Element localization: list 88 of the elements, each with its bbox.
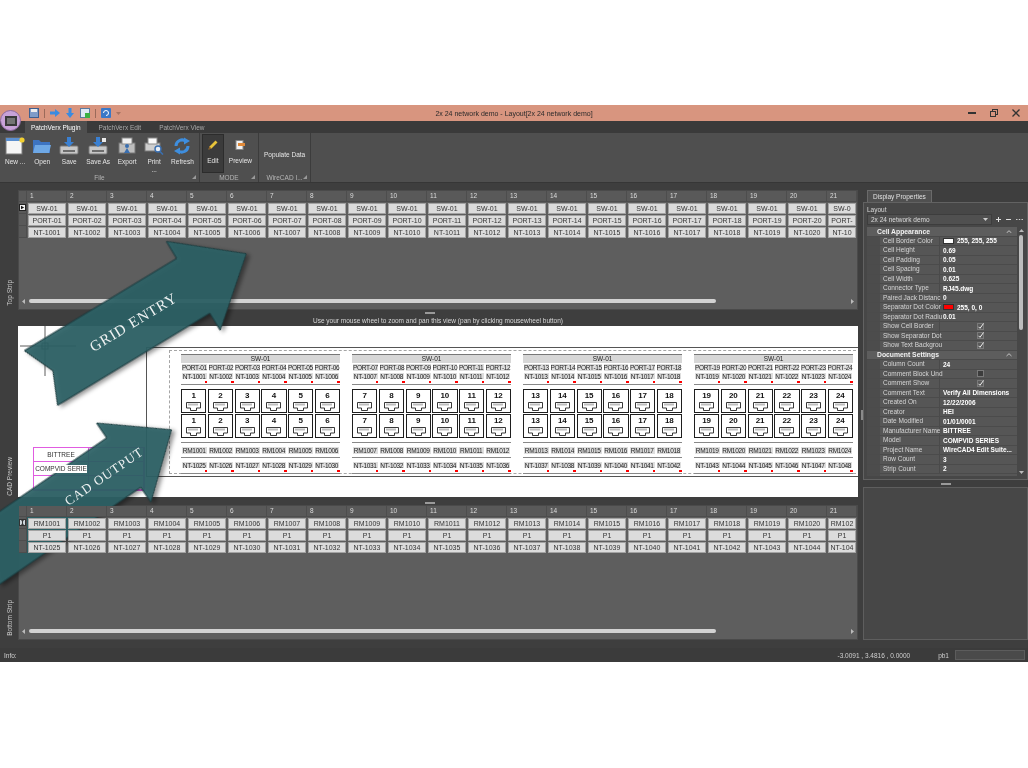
scroll-left-icon[interactable] [22, 628, 25, 634]
folder-icon [32, 137, 53, 155]
jack-number: 19 [702, 391, 712, 400]
restore-icon[interactable] [990, 109, 998, 117]
jack-number: 7 [362, 416, 367, 425]
jack-number: 9 [415, 391, 421, 400]
checkbox[interactable] [976, 332, 984, 340]
jack-number: 17 [638, 391, 648, 400]
document-icon [235, 140, 246, 150]
jack-number: 1 [191, 391, 196, 400]
jack-number: 16 [611, 391, 621, 400]
splitter-grip-icon[interactable] [940, 482, 951, 485]
current-row-icon [19, 204, 26, 211]
jack-number: 24 [835, 416, 845, 425]
jack-number: 17 [638, 416, 648, 425]
add-button[interactable] [995, 216, 1002, 223]
jack-number: 12 [493, 416, 503, 425]
pencil-icon [207, 140, 218, 150]
printer-icon [144, 137, 165, 155]
status-field[interactable] [955, 650, 1025, 660]
more-button[interactable] [1015, 217, 1024, 222]
jack-number: 1 [191, 416, 196, 425]
scrollbar-thumb[interactable] [29, 629, 717, 633]
dialog-launcher-icon[interactable] [303, 175, 308, 179]
minus-icon [1006, 218, 1011, 221]
jack-number: 21 [755, 416, 765, 425]
scroll-right-icon[interactable] [851, 298, 854, 304]
scroll-up-icon[interactable] [1018, 229, 1024, 232]
export-icon [117, 137, 138, 155]
jack-number: 10 [440, 391, 450, 400]
jack-number: 7 [362, 391, 367, 400]
jack-number: 13 [531, 391, 541, 400]
menu-icon [4, 115, 17, 126]
jack-number: 5 [298, 391, 303, 400]
grid-corner [19, 506, 27, 517]
jack-number: 14 [557, 391, 567, 400]
jack-number: 18 [664, 391, 674, 400]
jack-number: 3 [244, 416, 250, 425]
jack-number: 6 [325, 416, 330, 425]
dialog-launcher-icon[interactable] [191, 175, 196, 179]
jack-number: 23 [809, 416, 819, 425]
save-as-icon [88, 137, 109, 155]
jack-number: 14 [557, 416, 567, 425]
checkbox[interactable] [976, 379, 984, 387]
jack-number: 11 [467, 391, 476, 400]
caret-down-icon [983, 218, 988, 221]
more-icon [1016, 218, 1023, 221]
jack-number: 21 [755, 391, 765, 400]
checkbox[interactable] [976, 341, 984, 349]
jack-number: 4 [271, 391, 277, 400]
jack-number: 23 [809, 391, 819, 400]
jack-number: 12 [493, 391, 503, 400]
jack-number: 13 [531, 416, 541, 425]
jack-number: 2 [218, 416, 223, 425]
jack-number: 22 [782, 416, 792, 425]
jack-number: 4 [271, 416, 277, 425]
close-icon[interactable] [1012, 109, 1020, 117]
checkbox[interactable] [976, 370, 984, 378]
jack-number: 19 [702, 416, 712, 425]
jack-number: 24 [835, 391, 845, 400]
row-header[interactable] [19, 202, 27, 214]
jack-number: 9 [415, 416, 421, 425]
save-icon [59, 137, 80, 155]
plus-icon [996, 217, 1001, 222]
jack-number: 8 [389, 391, 394, 400]
jack-number: 15 [584, 416, 594, 425]
jack-number: 5 [298, 416, 303, 425]
jack-number: 22 [782, 391, 792, 400]
jack-number: 18 [664, 416, 674, 425]
refresh-icon[interactable] [101, 108, 111, 118]
jack-number: 10 [440, 416, 450, 425]
scroll-down-icon[interactable] [1018, 471, 1024, 474]
jack-number: 2 [218, 391, 223, 400]
jack-number: 3 [244, 391, 250, 400]
jack-number: 16 [611, 416, 621, 425]
jack-number: 15 [584, 391, 594, 400]
checkbox[interactable] [976, 322, 984, 330]
scroll-right-icon[interactable] [851, 628, 854, 634]
scrollbar-thumb[interactable] [1019, 235, 1023, 330]
dialog-launcher-icon[interactable] [251, 175, 255, 179]
jack-number: 20 [728, 416, 738, 425]
new-document-icon [5, 137, 26, 155]
image-icon[interactable] [80, 108, 90, 118]
jack-number: 20 [728, 391, 738, 400]
jack-number: 11 [467, 416, 476, 425]
jack-number: 8 [389, 416, 394, 425]
scroll-left-icon[interactable] [22, 298, 25, 304]
jack-number: 6 [325, 391, 330, 400]
